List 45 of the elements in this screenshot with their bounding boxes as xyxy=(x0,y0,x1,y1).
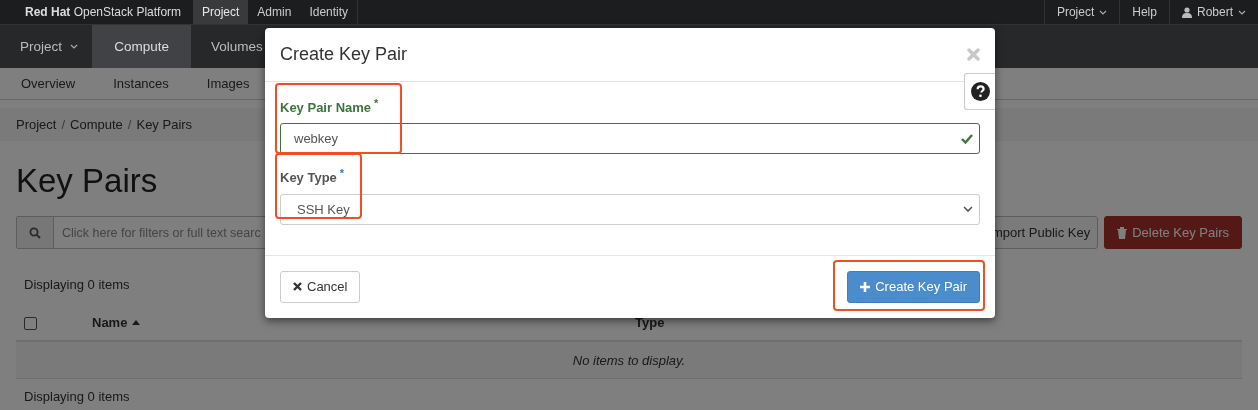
close-icon xyxy=(967,48,980,61)
page-title: Key Pairs xyxy=(16,162,158,199)
nav-tab[interactable]: Overview xyxy=(21,76,76,91)
item-count: Displaying 0 items xyxy=(24,277,130,293)
column-header[interactable]: Type xyxy=(635,314,665,330)
search-icon xyxy=(29,226,41,239)
cancel-button[interactable]: Cancel xyxy=(280,270,361,303)
nav-tab[interactable]: Identity xyxy=(300,0,358,24)
select-field[interactable]: SSH Key xyxy=(280,193,980,225)
select-all-checkbox[interactable] xyxy=(24,316,37,330)
user-menu[interactable]: Robert xyxy=(1168,0,1258,24)
breadcrumb-separator: / xyxy=(127,117,132,132)
nav-tab[interactable]: Project xyxy=(193,0,249,24)
chevron-down-icon xyxy=(963,206,973,213)
nav-tab[interactable]: Compute xyxy=(92,25,192,68)
breadcrumb-link[interactable]: Project xyxy=(16,117,57,132)
item-count: Displaying 0 items xyxy=(24,389,130,405)
chevron-down-icon xyxy=(1238,9,1246,15)
plus-icon xyxy=(860,281,871,292)
empty-message: No items to display. xyxy=(572,352,686,368)
chevron-down-icon xyxy=(1099,9,1108,15)
help-button[interactable] xyxy=(964,73,995,110)
help-link[interactable]: Help xyxy=(1119,0,1169,24)
dropdown-menu[interactable]: Project xyxy=(1043,0,1120,24)
dialog-title: Create Key Pair xyxy=(280,44,408,65)
user-icon xyxy=(1181,6,1192,18)
chevron-down-icon xyxy=(70,44,79,49)
field-label: Key Type $^{*}$ xyxy=(280,167,345,186)
breadcrumb-current: Key Pairs xyxy=(136,117,193,132)
input-field[interactable]: webkey xyxy=(280,123,980,155)
nav-tab[interactable]: Images xyxy=(206,76,250,91)
trash-icon xyxy=(1117,226,1128,239)
create-button[interactable]: Create Key Pair xyxy=(847,270,980,303)
help-icon xyxy=(970,82,990,101)
product-name: Red Hat OpenStack Platform xyxy=(25,5,182,19)
close-icon xyxy=(293,282,302,292)
column-header[interactable]: Name xyxy=(92,314,141,330)
breadcrumb-link[interactable]: Compute xyxy=(70,117,123,132)
nav-tab[interactable]: Instances xyxy=(113,76,169,91)
sort-arrow-icon xyxy=(132,319,141,325)
field-label: Key Pair Name $^{*}$ xyxy=(280,97,379,116)
nav-tab[interactable]: Admin xyxy=(248,0,301,24)
dropdown-menu[interactable]: Project xyxy=(0,25,93,68)
breadcrumb-separator: / xyxy=(61,117,66,132)
check-icon xyxy=(961,133,973,144)
